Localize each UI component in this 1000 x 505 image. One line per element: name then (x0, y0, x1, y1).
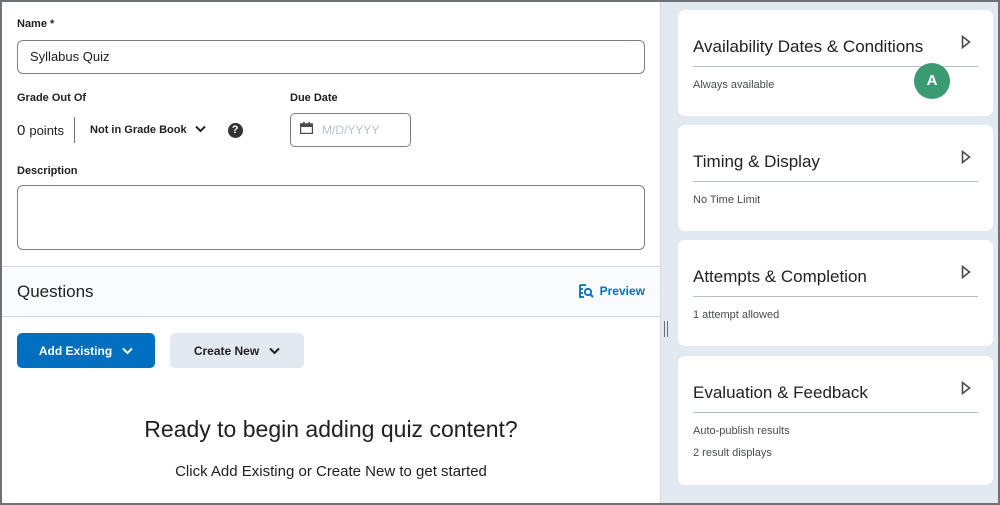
window-frame (0, 0, 1000, 505)
